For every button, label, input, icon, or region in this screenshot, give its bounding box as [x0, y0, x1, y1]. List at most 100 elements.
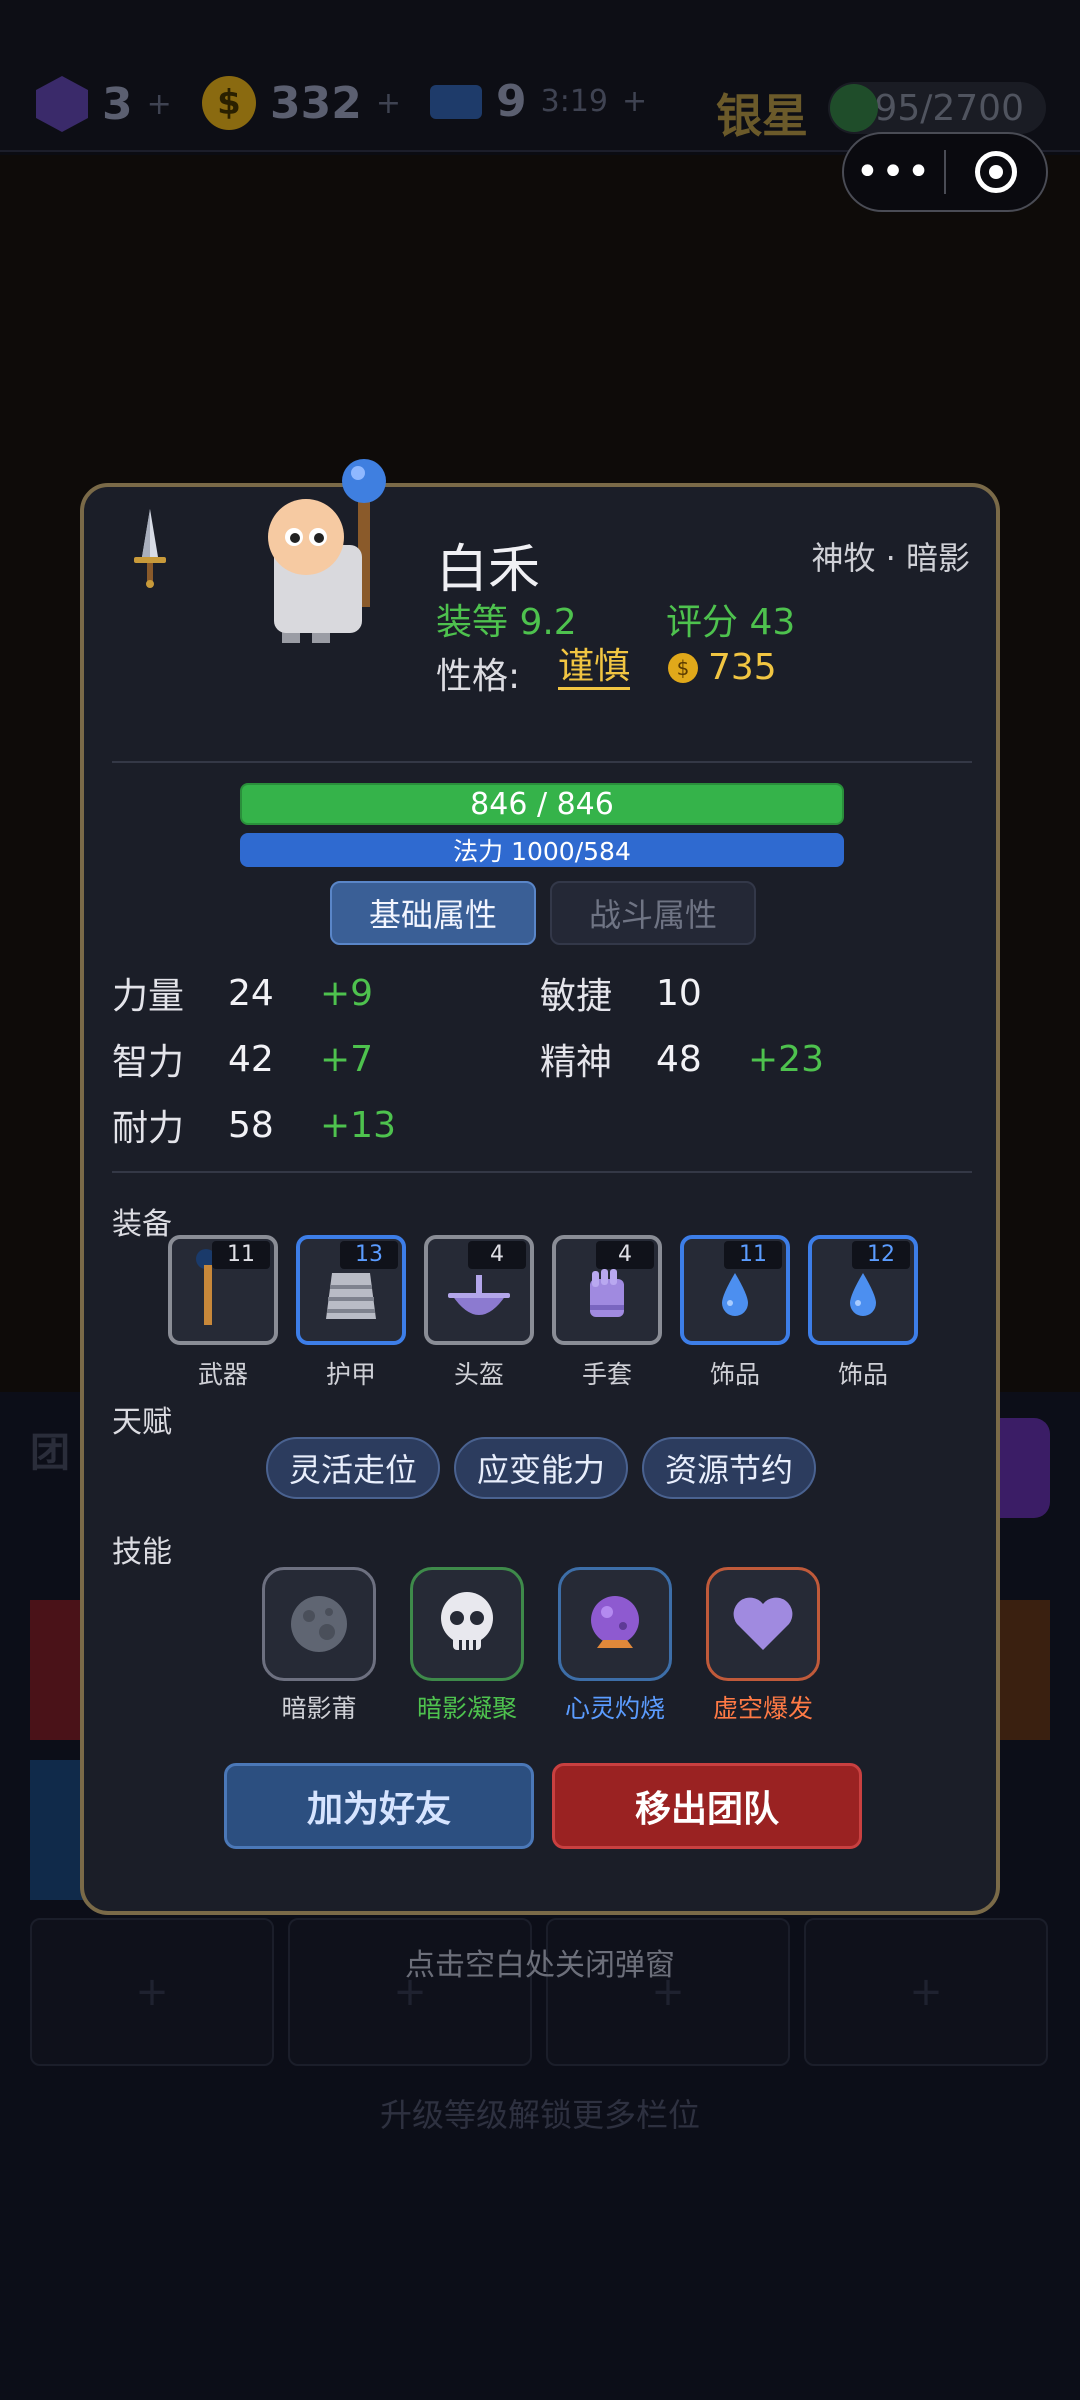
- skill-label: 虚空爆发: [712, 1694, 813, 1723]
- remove-from-team-button[interactable]: 移出团队: [552, 1763, 862, 1849]
- skills-section-title: 技能: [112, 1535, 172, 1570]
- exit-button[interactable]: [946, 151, 1046, 193]
- moon-icon: [291, 1596, 347, 1652]
- gold-count: 332: [270, 77, 362, 129]
- stat-label: 敏捷: [540, 976, 613, 1017]
- add-friend-button[interactable]: 加为好友: [224, 1763, 534, 1849]
- divider: [112, 761, 972, 763]
- equip-slot-weapon[interactable]: 11: [168, 1235, 278, 1345]
- skill-shadow-word[interactable]: [262, 1567, 376, 1681]
- slot-label: 饰品: [709, 1360, 760, 1389]
- heart-icon: [733, 1597, 793, 1650]
- tab-combat-attributes[interactable]: 战斗属性: [550, 881, 756, 945]
- add-ticket-icon: +: [622, 84, 648, 119]
- gem-count: 3: [102, 78, 133, 130]
- talents-section-title: 天赋: [112, 1405, 172, 1440]
- stat-label: 智力: [112, 1042, 185, 1083]
- stat-label: 耐力: [112, 1108, 185, 1149]
- stat-intellect: 智力 42 +7: [112, 1033, 373, 1085]
- equip-slot-helmet[interactable]: 4: [424, 1235, 534, 1345]
- item-level: 11: [724, 1241, 782, 1269]
- health-bar: 846 / 846: [240, 783, 844, 825]
- equip-slot-gloves[interactable]: 4: [552, 1235, 662, 1345]
- xp-icon: [830, 84, 878, 132]
- bg-team-card: [30, 1600, 86, 1740]
- equip-slot-trinket[interactable]: 11: [680, 1235, 790, 1345]
- item-level: 4: [468, 1241, 526, 1269]
- equip-slot-armor[interactable]: 13: [296, 1235, 406, 1345]
- add-gold-icon: +: [375, 85, 401, 121]
- equipment-section-title: 装备: [112, 1207, 172, 1242]
- stat-value: 10: [656, 972, 702, 1014]
- hero-gold-value: 735: [708, 647, 777, 688]
- slot-label: 头盔: [453, 1360, 504, 1389]
- crystal-ball-icon: [591, 1596, 639, 1648]
- stat-label: 力量: [112, 976, 185, 1017]
- mana-bar: 法力 1000/584: [240, 833, 844, 867]
- rank-label: 银星: [716, 89, 808, 143]
- miniprogram-capsule: •••: [842, 132, 1048, 212]
- ticket-count: 9: [496, 76, 527, 127]
- slot-label: 护甲: [325, 1360, 376, 1389]
- stat-stamina: 耐力 58 +13: [112, 1099, 396, 1151]
- bg-team-card: [994, 1600, 1050, 1740]
- ticket-icon: [430, 84, 482, 119]
- skull-icon: [441, 1592, 493, 1650]
- stat-bonus: +9: [320, 972, 374, 1014]
- ticket-counter[interactable]: 9 3:19 +: [430, 76, 647, 127]
- dagger-icon: [134, 509, 166, 588]
- stat-value: 58: [228, 1104, 274, 1146]
- stat-bonus: +13: [320, 1104, 396, 1146]
- stat-agility: 敏捷 10: [540, 967, 748, 1019]
- equip-slot-trinket[interactable]: 12: [808, 1235, 918, 1345]
- ticket-timer: 3:19: [540, 84, 608, 119]
- slot-label: 饰品: [837, 1360, 888, 1389]
- item-level: 11: [212, 1241, 270, 1269]
- item-level: 13: [340, 1241, 398, 1269]
- skill-shadow-gather[interactable]: [410, 1567, 524, 1681]
- target-icon: [974, 151, 1017, 193]
- stat-bonus: +23: [748, 1038, 824, 1080]
- team-title: 团: [30, 1430, 70, 1476]
- gem-icon: [36, 76, 88, 132]
- coin-icon: $: [202, 76, 256, 130]
- unlock-hint: 升级等级解锁更多栏位: [379, 2096, 700, 2134]
- stat-strength: 力量 24 +9: [112, 967, 373, 1019]
- xp-bar: 495/2700: [828, 82, 1046, 134]
- gear-level: 装等 9.2: [436, 602, 577, 643]
- slot-label: 手套: [581, 1360, 632, 1389]
- stat-value: 24: [228, 972, 274, 1014]
- hero-avatar: [268, 459, 386, 643]
- personality-label: 性格:: [436, 656, 521, 697]
- skill-label: 心灵灼烧: [564, 1694, 665, 1723]
- skill-void-burst[interactable]: [706, 1567, 820, 1681]
- divider: [112, 1171, 972, 1173]
- hero-class: 神牧 · 暗影: [811, 539, 970, 577]
- tab-basic-attributes[interactable]: 基础属性: [330, 881, 536, 945]
- personality-value[interactable]: 谨慎: [558, 647, 631, 690]
- coin-icon: $: [668, 652, 698, 683]
- hero-detail-dialog: 白禾 神牧 · 暗影 装等 9.2 评分 43 性格: 谨慎 $ 735 846…: [80, 459, 1000, 1915]
- resource-bar: 3 + $ 332 + 9 3:19 + 银星 495/2700: [0, 0, 1080, 152]
- stat-value: 42: [228, 1038, 274, 1080]
- item-level: 12: [852, 1241, 910, 1269]
- gold-counter[interactable]: $ 332 +: [202, 76, 401, 130]
- gem-counter[interactable]: 3 +: [36, 76, 172, 132]
- item-level: 4: [596, 1241, 654, 1269]
- screen: 团 + + + + 点击空白处关闭弹窗 升级等级解锁更多栏位 3 + $ 332…: [0, 0, 1080, 2400]
- stat-label: 精神: [540, 1042, 613, 1083]
- skill-mind-burn[interactable]: [558, 1567, 672, 1681]
- add-gem-icon: +: [146, 86, 172, 122]
- hero-gold: $ 735: [668, 647, 777, 688]
- talent-chip[interactable]: 资源节约: [642, 1437, 816, 1499]
- close-hint: 点击空白处关闭弹窗: [405, 1948, 675, 1983]
- hero-score: 评分 43: [666, 602, 796, 643]
- stat-spirit: 精神 48 +23: [540, 1033, 824, 1085]
- talent-chip[interactable]: 灵活走位: [266, 1437, 440, 1499]
- hero-name: 白禾: [436, 540, 541, 600]
- skill-label: 暗影莆: [281, 1694, 357, 1723]
- stat-bonus: +7: [320, 1038, 374, 1080]
- talent-chip[interactable]: 应变能力: [454, 1437, 628, 1499]
- more-button[interactable]: •••: [844, 149, 944, 195]
- bg-team-card: [30, 1760, 86, 1900]
